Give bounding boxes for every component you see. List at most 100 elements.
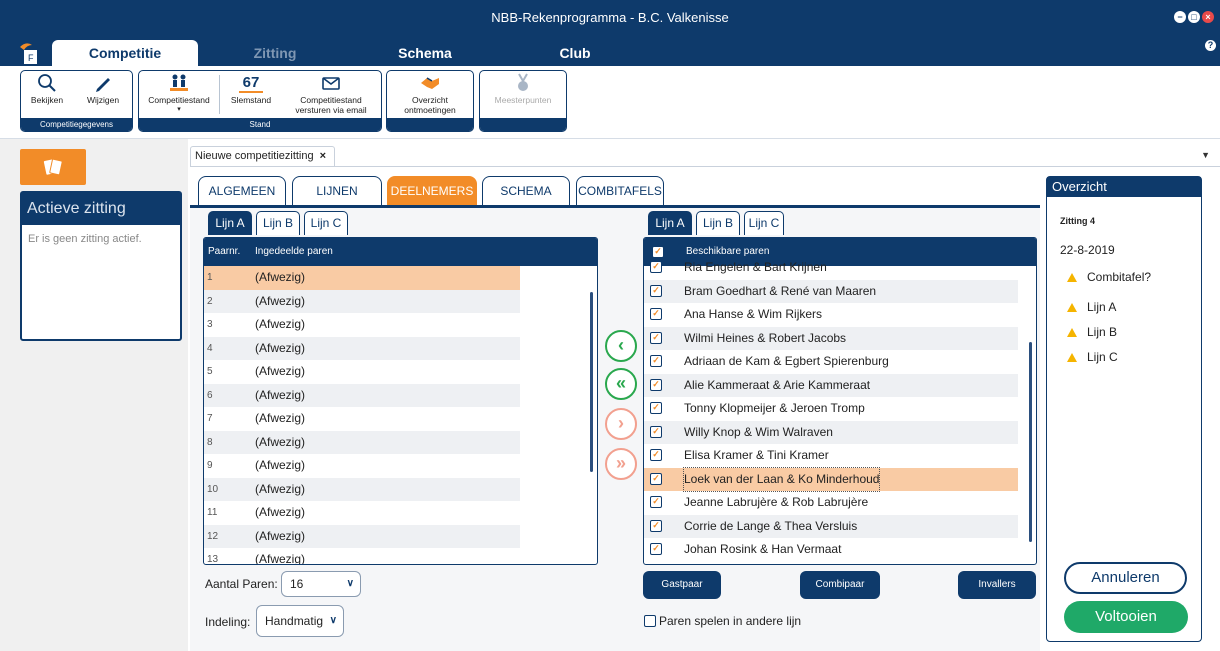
meesterpunten-button[interactable]: Meesterpunten: [484, 73, 562, 105]
row-checkbox[interactable]: ✓: [650, 425, 662, 438]
table-row[interactable]: 10 (Afwezig): [204, 477, 520, 501]
warning-icon: [1067, 273, 1077, 283]
menu-tab-competitie[interactable]: Competitie: [52, 40, 198, 66]
chevron-down-icon: ▾: [177, 106, 181, 113]
annuleren-button[interactable]: Annuleren: [1064, 562, 1187, 594]
move-all-right-icon[interactable]: »: [605, 448, 637, 480]
tab-combitafels[interactable]: COMBITAFELS: [576, 176, 664, 206]
row-checkbox[interactable]: ✓: [650, 308, 662, 320]
right-lijn-tab-b[interactable]: Lijn B: [696, 211, 740, 235]
list-item[interactable]: ✓ Ana Hanse & Wim Rijkers: [644, 303, 1018, 327]
table-row[interactable]: 9 (Afwezig): [204, 454, 520, 478]
list-item[interactable]: ✓ Tonny Klopmeijer & Jeroen Tromp: [644, 397, 1018, 421]
menu-bar: F Competitie Zitting Schema Club ?: [0, 36, 1220, 66]
competitiestand-email-button[interactable]: Competitiestand versturen via email: [285, 73, 377, 115]
help-icon[interactable]: ?: [1205, 40, 1216, 51]
tab-lijnen[interactable]: LIJNEN: [292, 176, 382, 206]
move-left-icon[interactable]: ‹: [605, 330, 637, 362]
col-ingedeelde-paren: Ingedeelde paren: [255, 246, 333, 257]
menu-tab-zitting[interactable]: Zitting: [220, 40, 330, 66]
list-item[interactable]: ✓ Alie Kammeraat & Arie Kammeraat: [644, 373, 1018, 397]
gastpaar-button[interactable]: Gastpaar: [643, 571, 721, 599]
left-lijn-tab-a[interactable]: Lijn A: [208, 211, 252, 235]
table-row[interactable]: 1 (Afwezig): [204, 266, 520, 290]
row-checkbox[interactable]: ✓: [650, 543, 662, 555]
paar-name: Elisa Kramer & Tini Kramer: [684, 448, 829, 462]
indeling-value: Handmatig: [265, 614, 324, 628]
row-checkbox[interactable]: ✓: [650, 355, 662, 367]
new-session-button[interactable]: [20, 149, 86, 185]
right-lijn-tab-a[interactable]: Lijn A: [648, 211, 692, 235]
combipaar-button[interactable]: Combipaar: [800, 571, 880, 599]
left-lijn-tab-c[interactable]: Lijn C: [304, 211, 348, 235]
row-checkbox[interactable]: ✓: [650, 331, 662, 344]
row-checkbox[interactable]: ✓: [650, 519, 662, 532]
ribbon-group-stand: Competitiestand ▾ 67 Slemstand Competiti…: [138, 70, 382, 132]
minimize-icon[interactable]: −: [1174, 11, 1186, 23]
table-row[interactable]: 13 (Afwezig): [204, 548, 520, 564]
list-item[interactable]: ✓ Elisa Kramer & Tini Kramer: [644, 444, 1018, 468]
table-row[interactable]: 4 (Afwezig): [204, 336, 520, 360]
overzicht-ontmoetingen-button[interactable]: Overzicht ontmoetingen: [391, 73, 469, 115]
list-item[interactable]: ✓ Wilmi Heines & Robert Jacobs: [644, 326, 1018, 350]
doc-tab-nieuwe-competitiezitting[interactable]: Nieuwe competitiezitting ×: [190, 146, 336, 166]
tab-overflow-icon[interactable]: ▼: [1201, 150, 1210, 160]
right-lijn-tab-c[interactable]: Lijn C: [744, 211, 784, 235]
table-row[interactable]: 3 (Afwezig): [204, 313, 520, 337]
indeling-label: Indeling:: [205, 615, 251, 629]
wijzigen-button[interactable]: Wijzigen: [81, 73, 125, 105]
list-item[interactable]: ✓ Corrie de Lange & Thea Versluis: [644, 514, 1018, 538]
list-item[interactable]: ✓ Adriaan de Kam & Egbert Spierenburg: [644, 350, 1018, 374]
list-item[interactable]: ✓ Willy Knop & Wim Walraven: [644, 420, 1018, 444]
menu-tab-schema[interactable]: Schema: [370, 40, 480, 66]
tab-deelnemers[interactable]: DEELNEMERS: [387, 176, 477, 206]
maximize-icon[interactable]: □: [1188, 11, 1200, 23]
bekijken-button[interactable]: Bekijken: [27, 73, 67, 105]
tab-schema[interactable]: SCHEMA: [482, 176, 570, 206]
scrollbar[interactable]: [589, 268, 595, 560]
indeling-select[interactable]: Handmatig ∨: [256, 605, 344, 637]
voltooien-button[interactable]: Voltooien: [1064, 601, 1188, 633]
row-checkbox[interactable]: ✓: [650, 496, 662, 508]
invallers-button[interactable]: Invallers: [958, 571, 1036, 599]
aantal-paren-select[interactable]: 16 ∨: [281, 571, 361, 597]
menu-tab-club[interactable]: Club: [520, 40, 630, 66]
close-icon[interactable]: ×: [1202, 11, 1214, 23]
row-checkbox[interactable]: ✓: [650, 472, 662, 485]
table-row[interactable]: 8 (Afwezig): [204, 430, 520, 454]
list-item[interactable]: ✓ Jeanne Labrujère & Rob Labrujère: [644, 491, 1018, 515]
paarnr-cell: 4: [207, 342, 213, 354]
warning-icon: [1067, 303, 1077, 313]
move-all-left-icon[interactable]: «: [605, 368, 637, 400]
paar-cell: (Afwezig): [255, 528, 306, 543]
slemstand-label: Slemstand: [230, 95, 272, 105]
chevron-down-icon: ∨: [346, 578, 354, 589]
left-lijn-tab-b[interactable]: Lijn B: [256, 211, 300, 235]
tab-algemeen[interactable]: ALGEMEEN: [198, 176, 286, 206]
table-row[interactable]: 5 (Afwezig): [204, 360, 520, 384]
list-item[interactable]: ✓ Ria Engelen & Bart Krijnen: [644, 256, 1018, 280]
app-logo-icon[interactable]: F: [18, 41, 42, 65]
scrollbar[interactable]: [1028, 268, 1034, 560]
paarnr-cell: 9: [207, 460, 213, 471]
slemstand-button[interactable]: 67 Slemstand: [223, 73, 279, 105]
row-checkbox[interactable]: ✓: [650, 378, 662, 391]
table-row[interactable]: 12 (Afwezig): [204, 524, 520, 548]
list-item[interactable]: ✓ Johan Rosink & Han Vermaat: [644, 538, 1018, 562]
move-right-icon[interactable]: ›: [605, 408, 637, 440]
andere-lijn-checkbox[interactable]: [644, 615, 656, 627]
close-tab-icon[interactable]: ×: [320, 150, 326, 162]
row-checkbox[interactable]: ✓: [650, 284, 662, 297]
row-checkbox[interactable]: ✓: [650, 261, 662, 273]
row-checkbox[interactable]: ✓: [650, 402, 662, 414]
table-row[interactable]: 2 (Afwezig): [204, 289, 520, 313]
table-row[interactable]: 7 (Afwezig): [204, 407, 520, 431]
table-row[interactable]: 11 (Afwezig): [204, 501, 520, 525]
list-item[interactable]: ✓ Loek van der Laan & Ko Minderhoud: [644, 466, 1018, 492]
table-row[interactable]: 6 (Afwezig): [204, 383, 520, 407]
list-item[interactable]: ✓ Bram Goedhart & René van Maaren: [644, 279, 1018, 303]
paar-cell: (Afwezig): [255, 411, 306, 425]
row-checkbox[interactable]: ✓: [650, 449, 662, 461]
competitiestand-button[interactable]: Competitiestand ▾: [143, 73, 215, 115]
overzicht-title: Overzicht: [1047, 177, 1201, 197]
